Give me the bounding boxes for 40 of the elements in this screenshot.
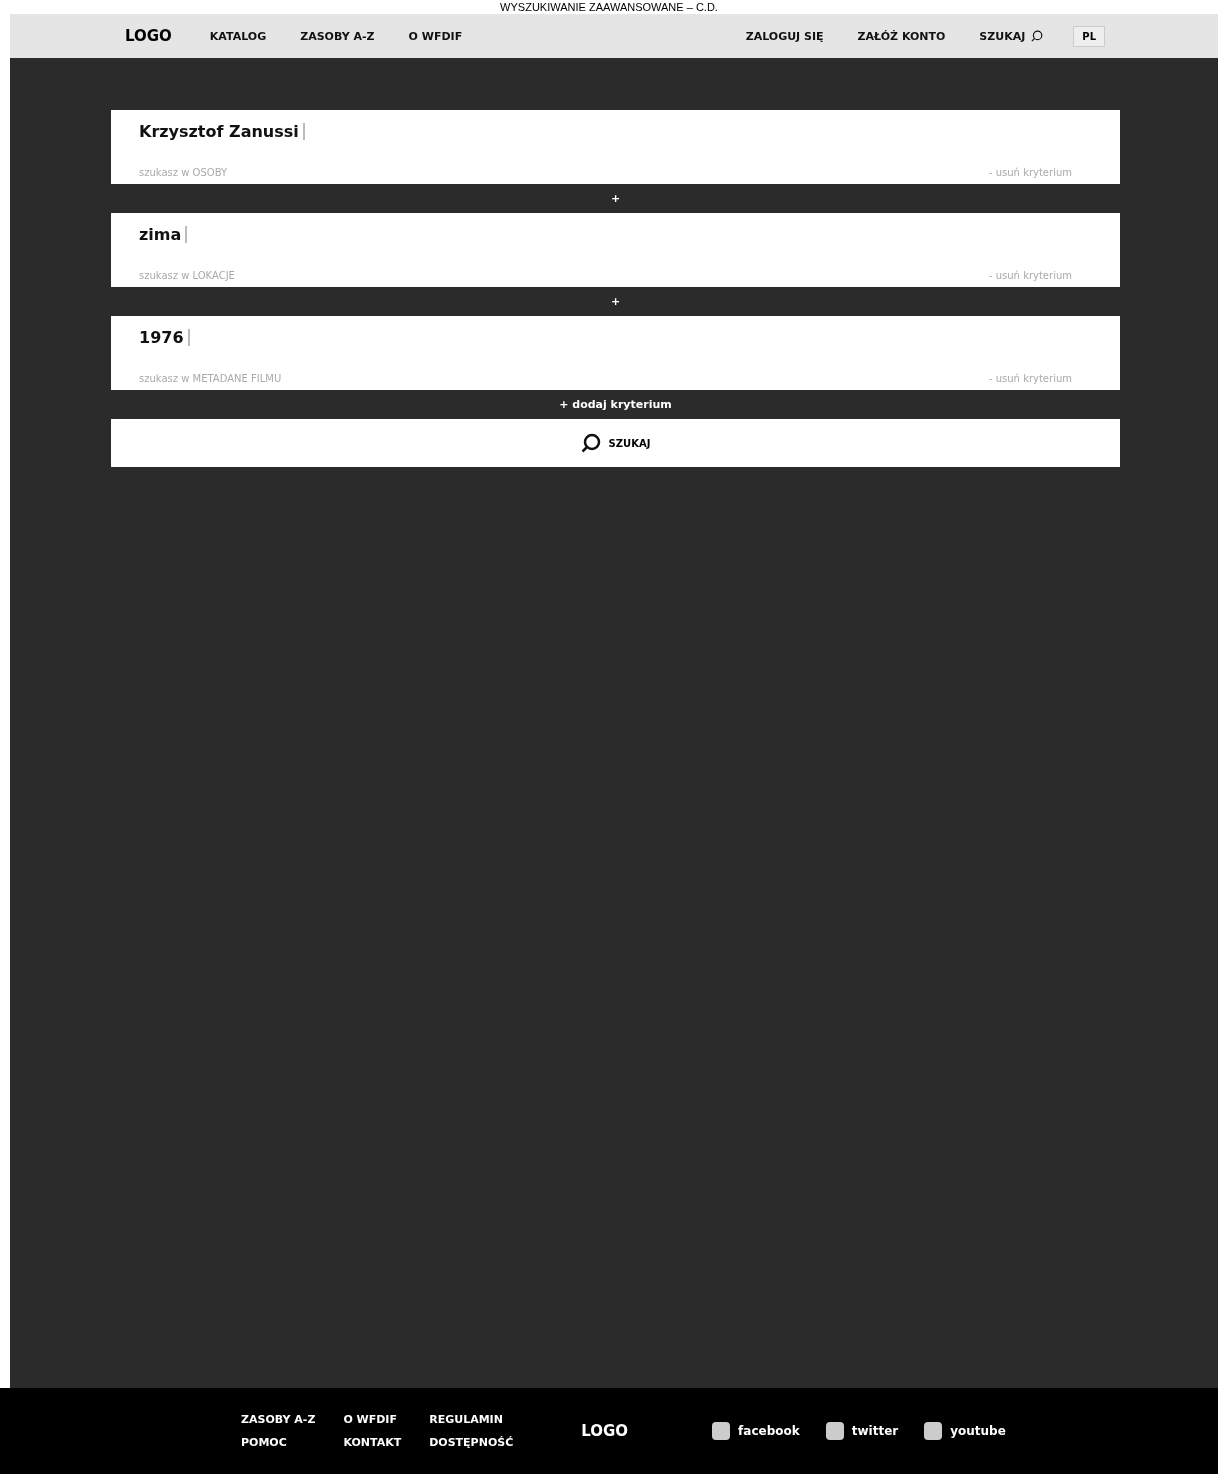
social-label: twitter: [851, 1424, 899, 1438]
language-button[interactable]: PL: [1073, 25, 1105, 47]
account-link[interactable]: ZAŁÓŻ KONTO: [857, 29, 946, 43]
social-icon: [825, 1422, 844, 1440]
nav-link[interactable]: O WFDIF: [408, 29, 463, 43]
search-icon: [1031, 30, 1044, 42]
and-button[interactable]: +: [604, 294, 627, 309]
search-icon: [580, 433, 601, 453]
nav-link[interactable]: KATALOG: [209, 29, 267, 43]
search-button[interactable]: SZUKAJ: [111, 419, 1120, 467]
add-criterion-button[interactable]: + dodaj kryterium: [553, 397, 678, 412]
text-cursor: [302, 123, 305, 140]
footer-link[interactable]: O WFDIF: [343, 1413, 402, 1426]
social-icon: [924, 1422, 943, 1440]
page-caption: WYSZUKIWANIE ZAAWANSOWANE – C.D.: [499, 0, 719, 14]
text-cursor: [187, 329, 190, 346]
footer-link[interactable]: DOSTĘPNOŚĆ: [429, 1436, 514, 1449]
and-button[interactable]: +: [604, 191, 627, 206]
footer-link[interactable]: KONTAKT: [343, 1436, 402, 1449]
search-scope: szukasz w METADANE FILMU: [139, 373, 282, 384]
account-link[interactable]: ZALOGUJ SIĘ: [745, 29, 824, 43]
text-cursor: [185, 226, 188, 243]
footer-link[interactable]: ZASOBY A-Z: [241, 1413, 316, 1426]
criterion-value[interactable]: zima: [139, 225, 182, 244]
footer-link[interactable]: POMOC: [241, 1436, 316, 1449]
nav-link[interactable]: ZASOBY A-Z: [300, 29, 375, 43]
footer-logo: LOGO: [581, 1422, 629, 1440]
logo[interactable]: LOGO: [125, 27, 172, 45]
social-label: facebook: [738, 1424, 800, 1438]
social-link[interactable]: twitter: [825, 1422, 899, 1440]
social-icon: [712, 1422, 731, 1440]
search-link[interactable]: SZUKAJ: [979, 29, 1044, 43]
social-link[interactable]: facebook: [712, 1422, 800, 1440]
criterion-value[interactable]: 1976: [139, 328, 184, 347]
social-link[interactable]: youtube: [924, 1422, 1006, 1440]
social-label: youtube: [950, 1424, 1006, 1438]
footer-link[interactable]: REGULAMIN: [429, 1413, 514, 1426]
search-scope: szukasz w LOKACJE: [139, 270, 235, 281]
criterion-value[interactable]: Krzysztof Zanussi: [139, 122, 299, 141]
search-scope: szukasz w OSOBY: [139, 167, 228, 178]
